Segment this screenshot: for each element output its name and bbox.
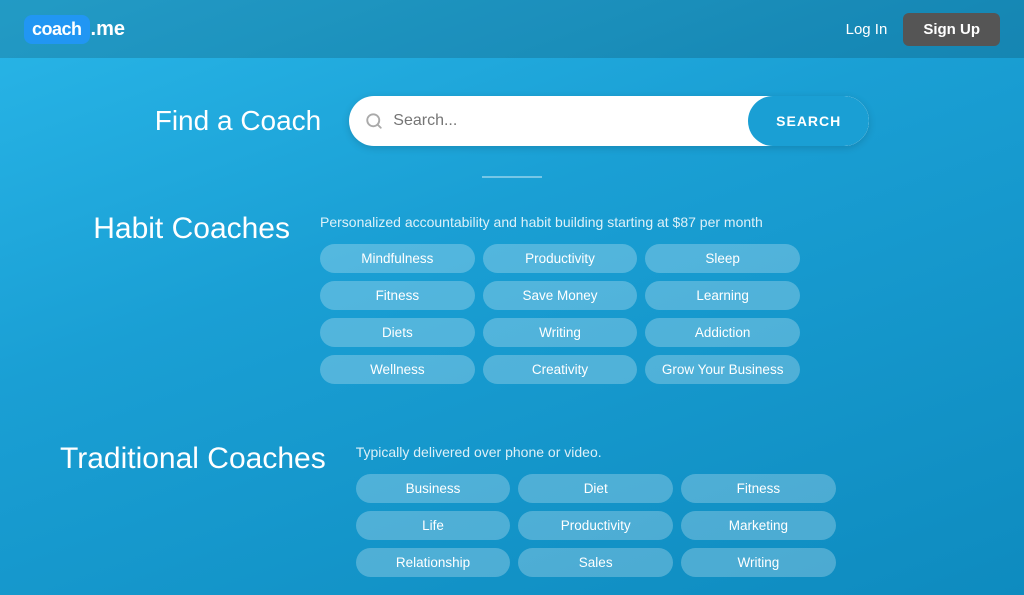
section-left-traditional: Traditional Coaches	[60, 438, 326, 476]
traditional-tag[interactable]: Fitness	[681, 474, 836, 503]
habit-tag[interactable]: Sleep	[645, 244, 800, 273]
logo-dot-me: .me	[91, 18, 125, 41]
search-input[interactable]	[393, 112, 748, 130]
habit-tag[interactable]: Grow Your Business	[645, 355, 800, 384]
traditional-tag[interactable]: Business	[356, 474, 511, 503]
habit-tag[interactable]: Mindfulness	[320, 244, 475, 273]
habit-tag[interactable]: Save Money	[483, 281, 638, 310]
login-button[interactable]: Log In	[846, 21, 888, 38]
section-left-habit: Habit Coaches	[60, 208, 290, 246]
traditional-coaches-section: Traditional Coaches Typically delivered …	[0, 418, 1024, 595]
traditional-tag[interactable]: Marketing	[681, 511, 836, 540]
logo-coach: coach	[24, 15, 90, 44]
traditional-tag[interactable]: Writing	[681, 548, 836, 577]
nav-right: Log In Sign Up	[846, 13, 1000, 46]
traditional-coaches-subtitle: Typically delivered over phone or video.	[356, 444, 964, 460]
habit-tag[interactable]: Fitness	[320, 281, 475, 310]
section-divider	[482, 176, 542, 178]
traditional-tag[interactable]: Relationship	[356, 548, 511, 577]
traditional-tag[interactable]: Productivity	[518, 511, 673, 540]
habit-tag[interactable]: Creativity	[483, 355, 638, 384]
section-right-habit: Personalized accountability and habit bu…	[320, 208, 964, 384]
habit-tag[interactable]: Productivity	[483, 244, 638, 273]
habit-coaches-section: Habit Coaches Personalized accountabilit…	[0, 188, 1024, 402]
habit-tag[interactable]: Learning	[645, 281, 800, 310]
habit-coaches-tags: Mindfulness ProductivitySleep Fitness Save …	[320, 244, 800, 384]
traditional-tag[interactable]: Diet	[518, 474, 673, 503]
section-right-traditional: Typically delivered over phone or video.…	[356, 438, 964, 577]
traditional-coaches-heading: Traditional Coaches	[60, 442, 326, 476]
search-button[interactable]: SEARCH	[748, 96, 869, 146]
habit-tag[interactable]: Addiction	[645, 318, 800, 347]
logo: coach .me	[24, 15, 125, 44]
habit-tag[interactable]: Wellness	[320, 355, 475, 384]
page-title: Find a Coach	[155, 105, 322, 137]
habit-tag[interactable]: Writing	[483, 318, 638, 347]
habit-tag[interactable]: Diets	[320, 318, 475, 347]
habit-coaches-subtitle: Personalized accountability and habit bu…	[320, 214, 964, 230]
search-icon	[349, 112, 393, 130]
traditional-tag[interactable]: Life	[356, 511, 511, 540]
traditional-tag[interactable]: Sales	[518, 548, 673, 577]
signup-button[interactable]: Sign Up	[903, 13, 1000, 46]
navbar: coach .me Log In Sign Up	[0, 0, 1024, 58]
traditional-coaches-tags: BusinessDiet Fitness LifeProductivity Marke…	[356, 474, 836, 577]
hero-section: Find a Coach SEARCH	[0, 58, 1024, 176]
habit-coaches-heading: Habit Coaches	[60, 212, 290, 246]
search-bar: SEARCH	[349, 96, 869, 146]
